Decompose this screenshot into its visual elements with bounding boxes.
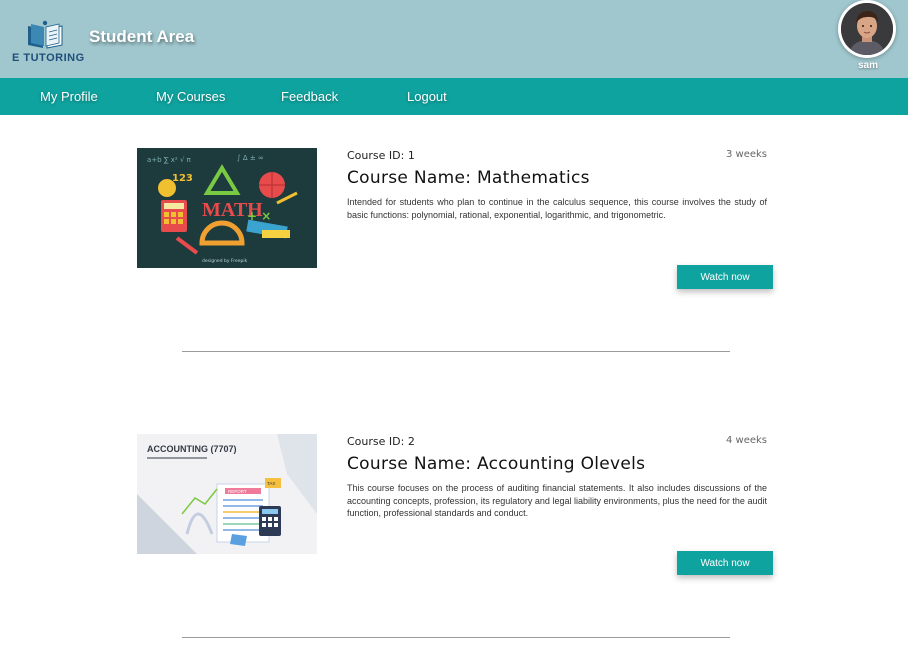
book-logo-icon [28,20,63,49]
course-id: Course ID: 1 [347,149,415,162]
course-image-accounting: ACCOUNTING (7707) REPORT TAX [137,434,317,554]
course-image-mathematics: a+b ∑ x² √ π ∫ Δ ± ∞ 123 MATH + × design… [137,148,317,268]
course-id: Course ID: 2 [347,435,415,448]
course-description: Intended for students who plan to contin… [347,197,767,220]
logo-text: E TUTORING [12,52,85,64]
image-credit: designed by Freepik [202,258,248,264]
tax-label: TAX [267,481,275,486]
nav-feedback[interactable]: Feedback [281,89,338,104]
avatar[interactable] [838,0,896,58]
user-photo-icon [841,3,893,55]
course-duration: 4 weeks [725,435,767,446]
svg-text:∫ Δ ± ∞: ∫ Δ ± ∞ [237,154,264,162]
svg-text:123: 123 [172,173,193,184]
nav-my-profile[interactable]: My Profile [40,89,98,104]
watch-now-button[interactable]: Watch now [677,551,773,575]
nav-my-courses[interactable]: My Courses [156,89,225,104]
accounting-heading: ACCOUNTING (7707) [147,444,237,454]
user-name: sam [857,60,878,71]
page-title: Student Area [89,27,195,46]
course-duration: 3 weeks [725,149,767,160]
watch-now-button[interactable]: Watch now [677,265,773,289]
report-label: REPORT [228,489,247,494]
course-name: Course Name: Accounting Olevels [347,454,646,474]
course-name: Course Name: Mathematics [347,168,590,188]
svg-text:a+b ∑ x² √ π: a+b ∑ x² √ π [147,156,192,164]
divider [182,351,730,352]
navbar: My Profile My Courses Feedback Logout [0,78,908,115]
divider [182,637,730,638]
header: E TUTORING Student Area sam [0,0,908,78]
nav-logout[interactable]: Logout [407,89,447,104]
avatar-photo [841,3,893,55]
course-description: This course focuses on the process of au… [347,483,767,518]
svg-text:+ ×: + × [247,209,271,223]
